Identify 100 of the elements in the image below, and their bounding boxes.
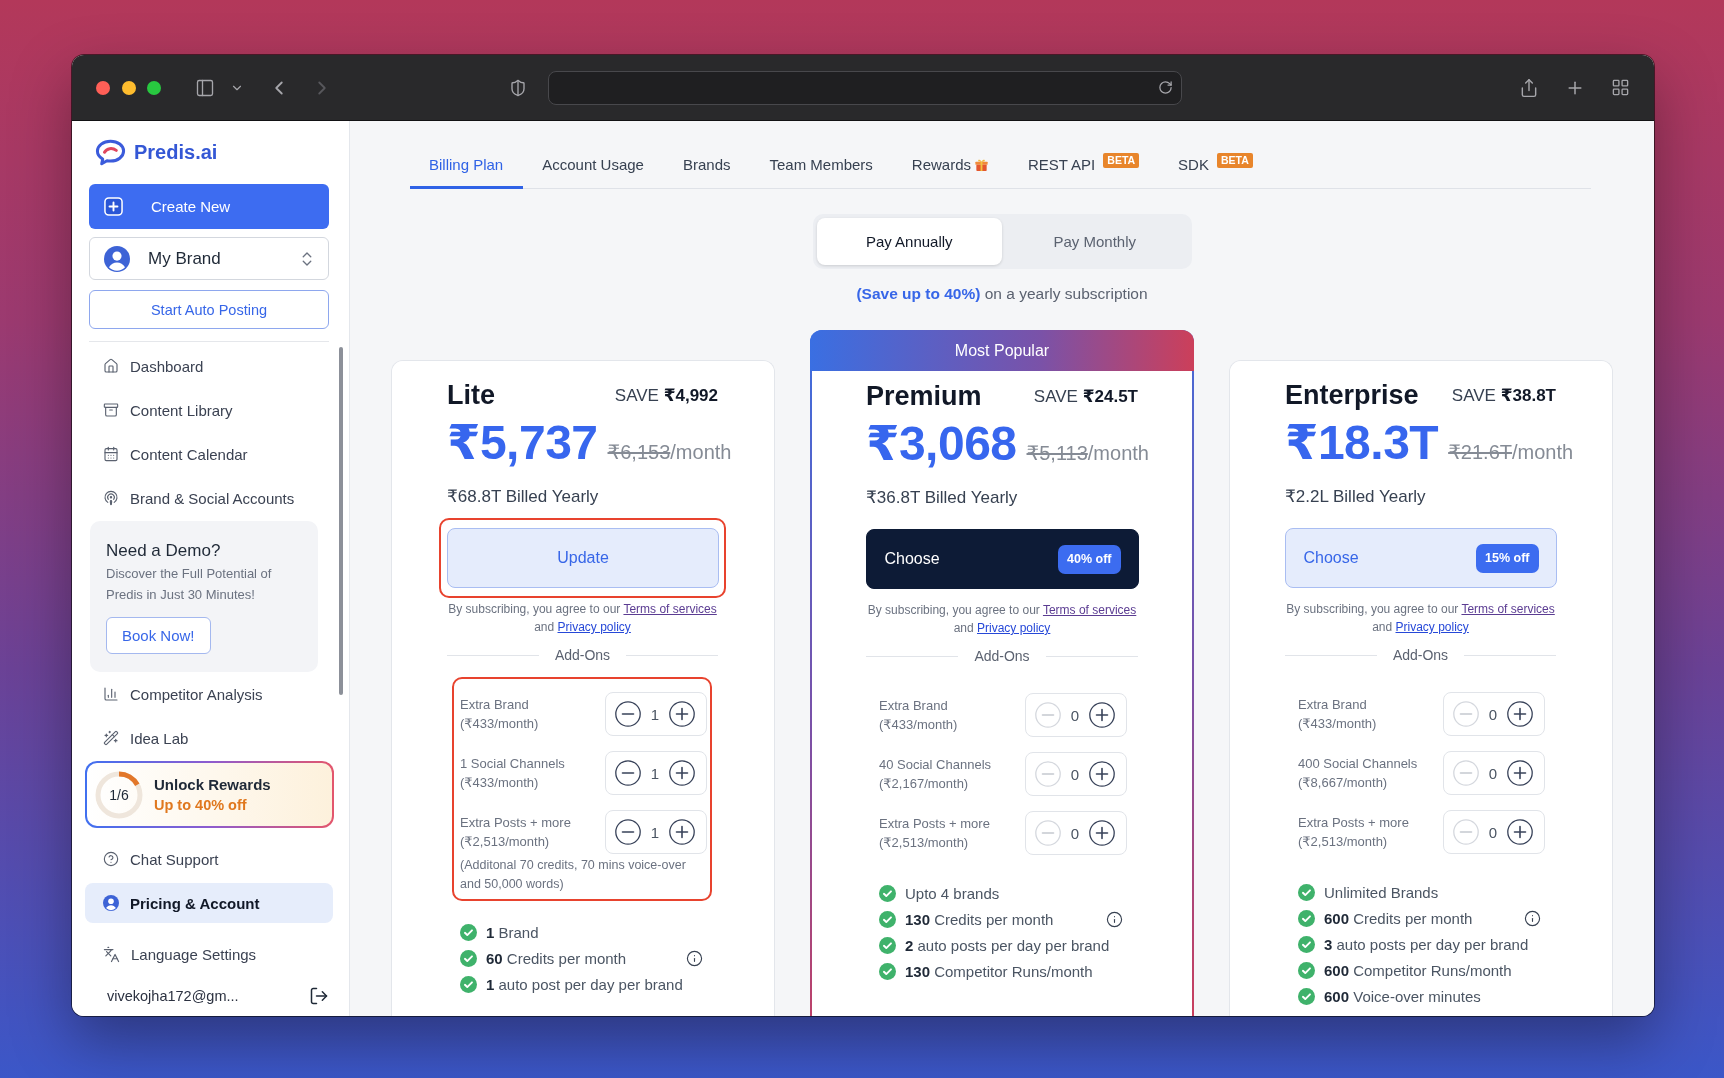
rewards-title: Unlock Rewards bbox=[154, 776, 271, 793]
check-icon bbox=[879, 962, 896, 980]
shield-icon[interactable] bbox=[509, 78, 527, 97]
tab-overview-icon[interactable] bbox=[1611, 78, 1630, 97]
user-icon bbox=[103, 895, 119, 911]
reload-icon[interactable] bbox=[1158, 80, 1173, 95]
nav-item[interactable]: Dashboard bbox=[85, 346, 333, 386]
check-icon bbox=[1298, 987, 1315, 1005]
brand-select[interactable]: My Brand bbox=[89, 237, 329, 280]
addon-name: Extra Posts + more bbox=[1298, 814, 1409, 832]
account-email: vivekojha172@gm... bbox=[107, 988, 239, 1004]
nav-item[interactable]: Brand & Social Accounts bbox=[85, 478, 333, 518]
plus-icon[interactable] bbox=[1507, 819, 1533, 845]
info-icon[interactable] bbox=[686, 949, 703, 967]
terms-link[interactable]: Terms of services bbox=[1042, 603, 1137, 617]
feature-text: 600 Credits per month bbox=[1324, 908, 1474, 928]
plan-name: Premium bbox=[866, 380, 982, 412]
info-icon[interactable] bbox=[1106, 910, 1123, 928]
tab[interactable]: Team Members bbox=[750, 143, 893, 189]
rewards-subtitle: Up to 40% off bbox=[154, 797, 248, 813]
quantity-value: 0 bbox=[1488, 705, 1498, 723]
create-new-button[interactable]: Create New bbox=[89, 184, 329, 229]
addon-price: (₹2,167/month) bbox=[879, 775, 970, 793]
logo-icon bbox=[95, 138, 126, 166]
tab[interactable]: Account Usage bbox=[523, 143, 664, 189]
billing-option[interactable]: Pay Annually bbox=[816, 218, 1002, 265]
plus-icon[interactable] bbox=[1089, 761, 1115, 787]
nav-item[interactable]: Chat Support bbox=[85, 839, 333, 879]
rewards-card[interactable]: 1/6 Unlock Rewards Up to 40% off bbox=[85, 761, 334, 828]
scrollbar-thumb[interactable] bbox=[339, 347, 343, 695]
book-now-button[interactable]: Book Now! bbox=[106, 617, 211, 654]
tab[interactable]: Brands bbox=[663, 143, 751, 189]
logo-text: Predis.ai bbox=[134, 140, 218, 164]
window-minimize-icon[interactable] bbox=[122, 80, 136, 95]
addon-name: Extra Brand bbox=[460, 696, 530, 714]
feature-text: Upto 4 brands bbox=[905, 883, 1001, 903]
savings-amount: SAVE ₹4,992 bbox=[614, 384, 718, 406]
feature-text: 1 Brand bbox=[486, 922, 540, 942]
check-icon bbox=[1298, 961, 1315, 979]
minus-icon[interactable] bbox=[615, 701, 641, 727]
tab[interactable]: SDK BETA bbox=[1159, 143, 1273, 189]
plus-icon[interactable] bbox=[669, 701, 695, 727]
nav-item[interactable]: Competitor Analysis bbox=[85, 674, 333, 714]
minus-icon[interactable] bbox=[615, 819, 641, 845]
addon-name: Extra Brand bbox=[879, 697, 949, 715]
feature-text: 3 auto posts per day per brand bbox=[1324, 934, 1530, 954]
terms-text: By subscribing, you agree to our Terms of services and Privacy policy bbox=[866, 602, 1138, 637]
popular-ribbon: Most Popular bbox=[810, 330, 1194, 371]
plus-icon[interactable] bbox=[1089, 702, 1115, 728]
feature-text: 2 auto posts per day per brand bbox=[905, 935, 1111, 955]
beta-badge: BETA bbox=[1216, 153, 1253, 168]
subscribe-button[interactable]: Update bbox=[446, 528, 719, 588]
address-field[interactable] bbox=[548, 70, 1182, 105]
price: ₹5,737 bbox=[447, 415, 598, 471]
check-icon bbox=[1298, 935, 1315, 953]
old-price: ₹5,113 bbox=[1026, 441, 1088, 465]
privacy-link[interactable]: Privacy policy bbox=[1395, 620, 1469, 634]
billed-yearly-text: ₹2.2L Billed Yearly bbox=[1285, 486, 1427, 508]
nav-item[interactable]: Language Settings bbox=[85, 934, 333, 974]
feature-text: 1 auto post per day per brand bbox=[486, 974, 684, 994]
nav-item[interactable]: Content Library bbox=[85, 390, 333, 430]
auto-posting-button[interactable]: Start Auto Posting bbox=[89, 290, 329, 329]
tab[interactable]: Rewards bbox=[892, 143, 1010, 189]
billed-yearly-text: ₹68.8T Billed Yearly bbox=[447, 486, 600, 508]
old-price: ₹6,153 bbox=[607, 440, 671, 464]
subscribe-button[interactable]: Choose 15% off bbox=[1284, 528, 1557, 588]
addon-note: (Additonal 70 credits, 70 mins voice-over and 50,000 words) bbox=[460, 857, 687, 893]
discount-badge: 40% off bbox=[1058, 544, 1121, 574]
nav-item[interactable]: Pricing & Account bbox=[85, 883, 333, 923]
terms-link[interactable]: Terms of services bbox=[1461, 602, 1555, 616]
plus-icon[interactable] bbox=[1507, 760, 1533, 786]
privacy-link[interactable]: Privacy policy bbox=[977, 621, 1051, 635]
billing-option[interactable]: Pay Monthly bbox=[1002, 218, 1188, 265]
plus-icon[interactable] bbox=[669, 760, 695, 786]
tab[interactable]: REST API BETA bbox=[1009, 143, 1160, 189]
demo-title: Need a Demo? bbox=[106, 540, 221, 562]
share-icon[interactable] bbox=[1519, 77, 1539, 98]
window-maximize-icon[interactable] bbox=[147, 80, 161, 95]
info-icon[interactable] bbox=[1524, 909, 1541, 927]
addon-name: Extra Brand bbox=[1298, 696, 1368, 714]
privacy-link[interactable]: Privacy policy bbox=[557, 620, 631, 634]
price-period: /month bbox=[670, 441, 732, 464]
subscribe-button[interactable]: Choose 40% off bbox=[865, 529, 1139, 589]
logout-icon[interactable] bbox=[309, 986, 329, 1006]
sidebar-toggle-icon[interactable] bbox=[195, 77, 215, 98]
nav-item[interactable]: Content Calendar bbox=[85, 434, 333, 474]
plus-icon[interactable] bbox=[669, 819, 695, 845]
terms-link[interactable]: Terms of services bbox=[623, 602, 717, 616]
tab[interactable]: Billing Plan bbox=[410, 143, 524, 189]
nav-item[interactable]: Idea Lab bbox=[85, 718, 333, 758]
savings-note: (Save up to 40%) on a yearly subscription bbox=[856, 284, 1148, 304]
plus-icon[interactable] bbox=[1507, 701, 1533, 727]
plus-icon[interactable] bbox=[1089, 820, 1115, 846]
price: ₹3,068 bbox=[866, 416, 1017, 472]
window-close-icon[interactable] bbox=[96, 80, 110, 95]
price-period: /month bbox=[1512, 441, 1574, 464]
calendar-icon bbox=[103, 446, 119, 462]
savings-amount: SAVE ₹24.5T bbox=[1033, 385, 1138, 407]
beta-badge: BETA bbox=[1103, 153, 1140, 168]
minus-icon[interactable] bbox=[615, 760, 641, 786]
